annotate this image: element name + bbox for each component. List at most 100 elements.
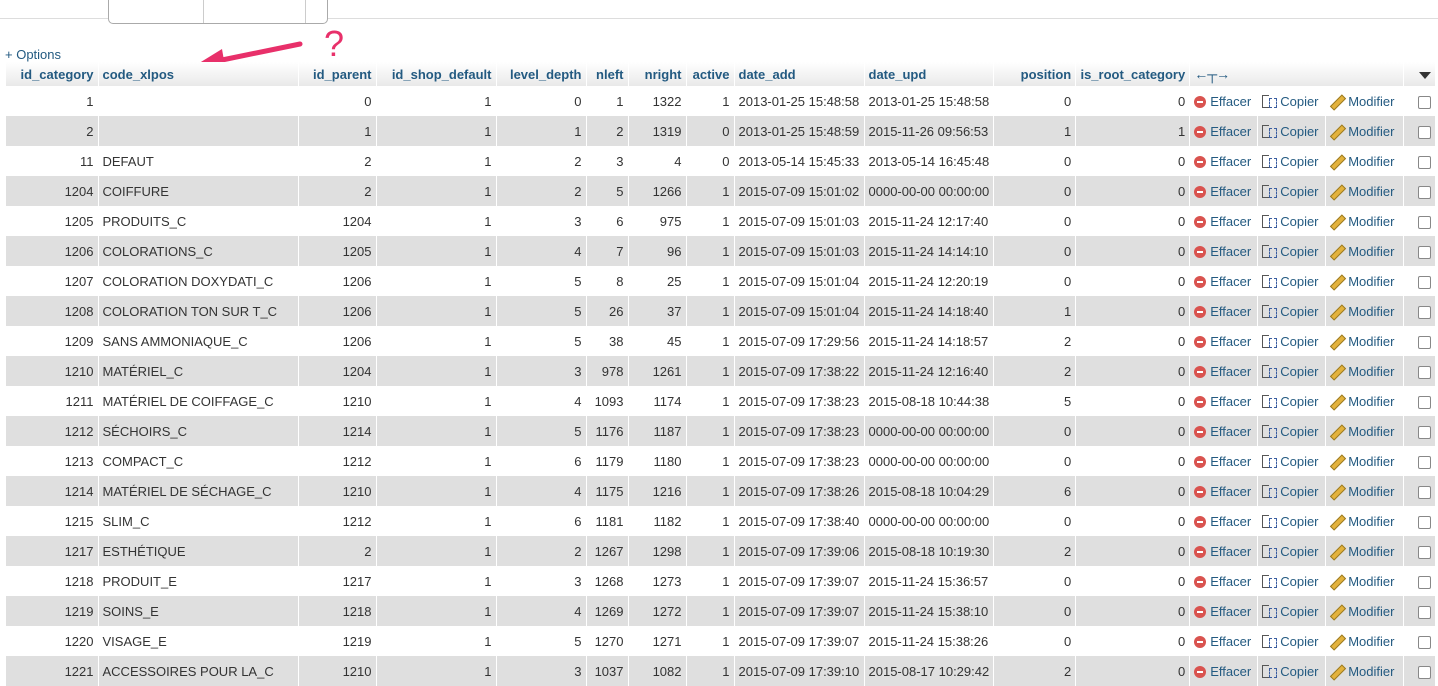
copy-button[interactable]: Copier [1262, 304, 1319, 319]
table-row[interactable]: 1215 SLIM_C 1212 1 6 1181 1182 1 2015-07-09 17:3… [6, 506, 1437, 536]
table-row[interactable]: 1209 SANS AMMONIAQUE_C 1206 1 5 38 45 1 2015-07-… [6, 326, 1437, 356]
delete-button[interactable]: Effacer [1194, 664, 1251, 679]
col-id-category[interactable]: id_category [6, 62, 99, 86]
table-row[interactable]: 11 DEFAUT 2 1 2 3 4 0 2013-05-14 15:45:33 2013-05… [6, 146, 1437, 176]
column-resize-arrows-icon[interactable]: ←┬→ [1194, 66, 1230, 82]
row-select-checkbox[interactable] [1418, 455, 1432, 469]
edit-button[interactable]: Modifier [1330, 394, 1394, 409]
col-active[interactable]: active [686, 62, 735, 86]
column-menu-dropdown-icon[interactable] [1419, 71, 1432, 79]
row-select-checkbox[interactable] [1418, 95, 1432, 109]
copy-button[interactable]: Copier [1262, 604, 1319, 619]
edit-button[interactable]: Modifier [1330, 124, 1394, 139]
edit-button[interactable]: Modifier [1330, 454, 1394, 469]
table-row[interactable]: 1207 COLORATION DOXYDATI_C 1206 1 5 8 25 1 2015-… [6, 266, 1437, 296]
delete-button[interactable]: Effacer [1194, 634, 1251, 649]
copy-button[interactable]: Copier [1262, 484, 1319, 499]
col-code-xlpos[interactable]: code_xlpos [98, 62, 299, 86]
table-row[interactable]: 1213 COMPACT_C 1212 1 6 1179 1180 1 2015-07-09 1… [6, 446, 1437, 476]
edit-button[interactable]: Modifier [1330, 154, 1394, 169]
copy-button[interactable]: Copier [1262, 394, 1319, 409]
table-row[interactable]: 1208 COLORATION TON SUR T_C 1206 1 5 26 37 1 201… [6, 296, 1437, 326]
copy-button[interactable]: Copier [1262, 184, 1319, 199]
row-select-checkbox[interactable] [1418, 665, 1432, 679]
table-row[interactable]: 1211 MATÉRIEL DE COIFFAGE_C 1210 1 4 1093 1174… [6, 386, 1437, 416]
delete-button[interactable]: Effacer [1194, 364, 1251, 379]
row-select-checkbox[interactable] [1418, 485, 1432, 499]
col-position[interactable]: position [993, 62, 1077, 86]
copy-button[interactable]: Copier [1262, 334, 1319, 349]
delete-button[interactable]: Effacer [1194, 334, 1251, 349]
table-row[interactable]: 1 0 1 0 1 1322 1 2013-01-25 15:48:58 2013-01-25 … [6, 86, 1437, 116]
delete-button[interactable]: Effacer [1194, 544, 1251, 559]
row-select-checkbox[interactable] [1418, 515, 1432, 529]
edit-button[interactable]: Modifier [1330, 574, 1394, 589]
delete-button[interactable]: Effacer [1194, 514, 1251, 529]
row-select-checkbox[interactable] [1418, 335, 1432, 349]
col-id-parent[interactable]: id_parent [298, 62, 377, 86]
edit-button[interactable]: Modifier [1330, 334, 1394, 349]
copy-button[interactable]: Copier [1262, 664, 1319, 679]
delete-button[interactable]: Effacer [1194, 184, 1251, 199]
edit-button[interactable]: Modifier [1330, 364, 1394, 379]
delete-button[interactable]: Effacer [1194, 454, 1251, 469]
copy-button[interactable]: Copier [1262, 274, 1319, 289]
row-select-checkbox[interactable] [1418, 545, 1432, 559]
edit-button[interactable]: Modifier [1330, 664, 1394, 679]
table-row[interactable]: 1219 SOINS_E 1218 1 4 1269 1272 1 2015-07-09 17:… [6, 596, 1437, 626]
copy-button[interactable]: Copier [1262, 124, 1319, 139]
table-row[interactable]: 1212 SÉCHOIRS_C 1214 1 5 1176 1187 1 2015-07-09 … [6, 416, 1437, 446]
row-select-checkbox[interactable] [1418, 275, 1432, 289]
table-row[interactable]: 1205 PRODUITS_C 1204 1 3 6 975 1 2015-07-09 15:0… [6, 206, 1437, 236]
delete-button[interactable]: Effacer [1194, 604, 1251, 619]
copy-button[interactable]: Copier [1262, 424, 1319, 439]
delete-button[interactable]: Effacer [1194, 574, 1251, 589]
table-row[interactable]: 2 1 1 1 2 1319 0 2013-01-25 15:48:59 2015-11-26 … [6, 116, 1437, 146]
edit-button[interactable]: Modifier [1330, 514, 1394, 529]
copy-button[interactable]: Copier [1262, 634, 1319, 649]
delete-button[interactable]: Effacer [1194, 94, 1251, 109]
copy-button[interactable]: Copier [1262, 574, 1319, 589]
col-level-depth[interactable]: level_depth [496, 62, 587, 86]
col-date-upd[interactable]: date_upd [864, 62, 995, 86]
copy-button[interactable]: Copier [1262, 364, 1319, 379]
edit-button[interactable]: Modifier [1330, 184, 1394, 199]
row-select-checkbox[interactable] [1418, 215, 1432, 229]
row-select-checkbox[interactable] [1418, 305, 1432, 319]
table-row[interactable]: 1218 PRODUIT_E 1217 1 3 1268 1273 1 2015-07-09 1… [6, 566, 1437, 596]
col-is-root-category[interactable]: is_root_category [1075, 62, 1191, 86]
row-select-checkbox[interactable] [1418, 605, 1432, 619]
row-select-checkbox[interactable] [1418, 395, 1432, 409]
table-row[interactable]: 1221 ACCESSOIRES POUR LA_C 1210 1 3 1037 1082 1… [6, 656, 1437, 686]
copy-button[interactable]: Copier [1262, 94, 1319, 109]
copy-button[interactable]: Copier [1262, 244, 1319, 259]
col-date-add[interactable]: date_add [734, 62, 865, 86]
edit-button[interactable]: Modifier [1330, 634, 1394, 649]
table-row[interactable]: 1214 MATÉRIEL DE SÉCHAGE_C 1210 1 4 1175 1216 1… [6, 476, 1437, 506]
copy-button[interactable]: Copier [1262, 214, 1319, 229]
copy-button[interactable]: Copier [1262, 454, 1319, 469]
copy-button[interactable]: Copier [1262, 544, 1319, 559]
row-select-checkbox[interactable] [1418, 365, 1432, 379]
edit-button[interactable]: Modifier [1330, 604, 1394, 619]
col-nright[interactable]: nright [628, 62, 687, 86]
copy-button[interactable]: Copier [1262, 154, 1319, 169]
delete-button[interactable]: Effacer [1194, 484, 1251, 499]
table-row[interactable]: 1206 COLORATIONS_C 1205 1 4 7 96 1 2015-07-09 15… [6, 236, 1437, 266]
edit-button[interactable]: Modifier [1330, 214, 1394, 229]
edit-button[interactable]: Modifier [1330, 484, 1394, 499]
row-select-checkbox[interactable] [1418, 125, 1432, 139]
delete-button[interactable]: Effacer [1194, 424, 1251, 439]
edit-button[interactable]: Modifier [1330, 244, 1394, 259]
delete-button[interactable]: Effacer [1194, 214, 1251, 229]
edit-button[interactable]: Modifier [1330, 94, 1394, 109]
col-nleft[interactable]: nleft [586, 62, 629, 86]
row-select-checkbox[interactable] [1418, 635, 1432, 649]
delete-button[interactable]: Effacer [1194, 244, 1251, 259]
edit-button[interactable]: Modifier [1330, 544, 1394, 559]
edit-button[interactable]: Modifier [1330, 304, 1394, 319]
row-select-checkbox[interactable] [1418, 425, 1432, 439]
edit-button[interactable]: Modifier [1330, 274, 1394, 289]
options-link[interactable]: + Options [5, 47, 61, 62]
edit-button[interactable]: Modifier [1330, 424, 1394, 439]
